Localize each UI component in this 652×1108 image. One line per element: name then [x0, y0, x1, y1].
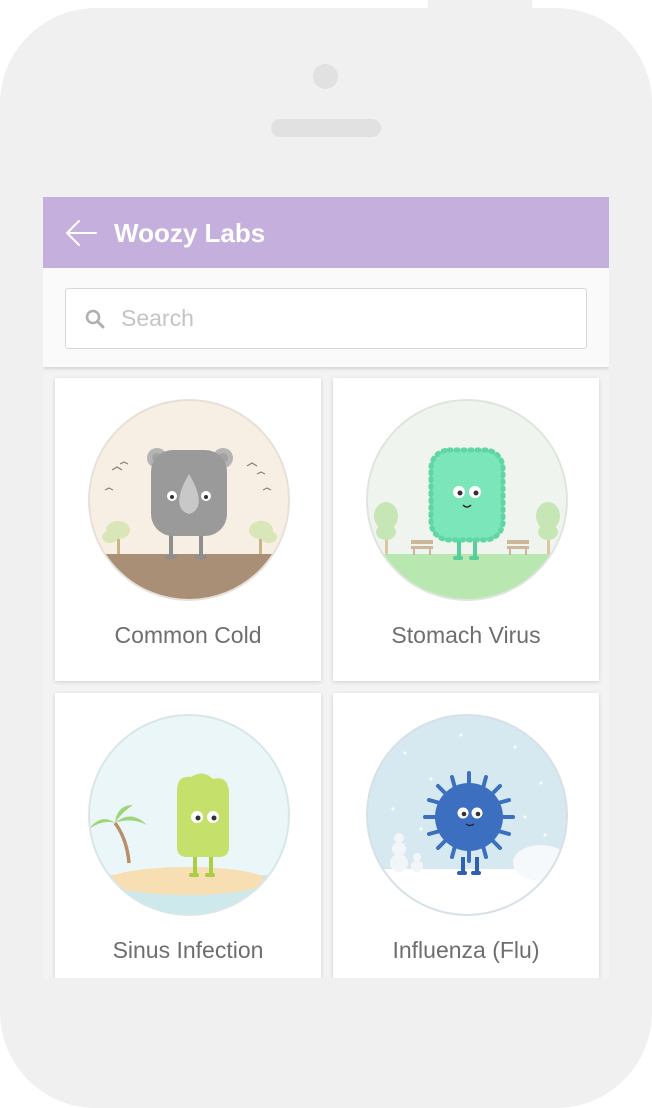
phone-camera: [313, 64, 338, 89]
phone-side-button: [428, 0, 532, 12]
influenza-illustration: [366, 714, 568, 916]
search-box[interactable]: [65, 288, 587, 349]
common-cold-illustration: [88, 399, 290, 601]
condition-card-stomach-virus[interactable]: Stomach Virus: [333, 378, 599, 681]
app-title: Woozy Labs: [114, 218, 266, 248]
stomach-virus-illustration: [366, 399, 568, 601]
search-bar: [43, 268, 609, 367]
condition-card-sinus-infection[interactable]: Sinus Infection: [55, 693, 321, 978]
condition-label: Stomach Virus: [391, 622, 541, 648]
arrow-left-icon: [66, 220, 97, 246]
condition-card-common-cold[interactable]: Common Cold: [55, 378, 321, 681]
sinus-infection-illustration: [88, 714, 290, 916]
condition-card-influenza[interactable]: Influenza (Flu): [333, 693, 599, 978]
condition-label: Common Cold: [114, 622, 262, 648]
search-input[interactable]: [119, 304, 553, 333]
search-icon: [84, 308, 106, 330]
phone-speaker: [271, 119, 381, 137]
condition-label: Influenza (Flu): [392, 937, 540, 963]
app-screen: Woozy Labs Search Common Cold Stomach Vi…: [43, 197, 609, 978]
condition-label: Sinus Infection: [112, 937, 264, 963]
back-button[interactable]: [61, 214, 101, 252]
app-bar: Woozy Labs: [43, 197, 609, 268]
